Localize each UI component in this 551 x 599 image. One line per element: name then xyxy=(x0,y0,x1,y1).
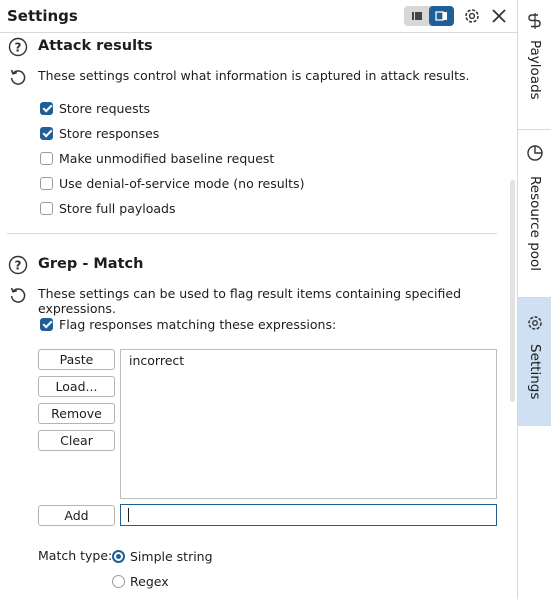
tab-payloads[interactable]: Payloads xyxy=(518,0,551,130)
regex-option[interactable]: Regex xyxy=(112,573,169,589)
settings-header: Settings xyxy=(0,0,517,33)
checkbox-label: Store full payloads xyxy=(59,200,176,216)
store-requests-option[interactable]: Store requests xyxy=(40,100,150,116)
settings-content: ? Attack results These settings control … xyxy=(0,34,509,599)
dos-mode-checkbox[interactable] xyxy=(40,176,53,190)
flag-responses-checkbox[interactable] xyxy=(40,317,53,331)
help-icon[interactable]: ? xyxy=(8,255,28,275)
store-requests-checkbox[interactable] xyxy=(40,101,53,115)
attack-results-description: These settings control what information … xyxy=(38,68,470,83)
grep-match-title: Grep - Match xyxy=(38,256,144,272)
clear-button[interactable]: Clear xyxy=(38,430,115,451)
match-type-label: Match type: xyxy=(38,548,113,563)
radio-label: Simple string xyxy=(130,548,213,564)
scrollbar-thumb[interactable] xyxy=(510,180,515,402)
layout-list-button[interactable] xyxy=(404,6,429,26)
store-responses-option[interactable]: Store responses xyxy=(40,125,159,141)
baseline-request-option[interactable]: Make unmodified baseline request xyxy=(40,150,274,166)
layout-toggle[interactable] xyxy=(404,6,454,26)
store-responses-checkbox[interactable] xyxy=(40,126,53,140)
store-full-payloads-checkbox[interactable] xyxy=(40,201,53,215)
attack-results-title: Attack results xyxy=(38,38,153,54)
restore-defaults-icon[interactable] xyxy=(8,285,28,305)
svg-text:?: ? xyxy=(15,40,22,54)
radio-label: Regex xyxy=(130,573,169,589)
svg-text:?: ? xyxy=(15,258,22,272)
text-caret xyxy=(128,508,129,522)
paste-button[interactable]: Paste xyxy=(38,349,115,370)
checkbox-label: Use denial-of-service mode (no results) xyxy=(59,175,305,191)
tab-label: Resource pool xyxy=(527,176,543,272)
page-title: Settings xyxy=(7,7,78,25)
simple-string-radio[interactable] xyxy=(112,549,125,563)
help-icon[interactable]: ? xyxy=(8,37,28,57)
flag-responses-option[interactable]: Flag responses matching these expression… xyxy=(40,316,336,332)
resource-pool-icon xyxy=(527,145,543,161)
list-layout-icon xyxy=(412,12,422,20)
payloads-icon xyxy=(528,13,541,29)
vertical-scrollbar[interactable] xyxy=(509,34,517,599)
regex-radio[interactable] xyxy=(112,574,125,588)
tab-label: Settings xyxy=(527,344,543,400)
close-icon[interactable] xyxy=(489,6,509,26)
dos-mode-option[interactable]: Use denial-of-service mode (no results) xyxy=(40,175,304,191)
tab-settings[interactable]: Settings xyxy=(518,298,551,426)
gear-icon[interactable] xyxy=(462,6,482,26)
split-layout-icon xyxy=(435,11,447,21)
tab-resource-pool[interactable]: Resource pool xyxy=(518,130,551,298)
layout-split-button[interactable] xyxy=(429,6,454,26)
expressions-list[interactable]: incorrect xyxy=(120,349,497,499)
restore-defaults-icon[interactable] xyxy=(8,67,28,87)
load-button[interactable]: Load... xyxy=(38,376,115,397)
checkbox-label: Make unmodified baseline request xyxy=(59,150,275,166)
section-divider xyxy=(7,233,497,234)
baseline-request-checkbox[interactable] xyxy=(40,151,53,165)
gear-icon xyxy=(528,316,542,330)
side-tab-bar: Payloads Resource pool Settings xyxy=(517,0,551,599)
list-item[interactable]: incorrect xyxy=(129,353,184,368)
tab-label: Payloads xyxy=(527,40,543,100)
add-button[interactable]: Add xyxy=(38,505,115,526)
store-full-payloads-option[interactable]: Store full payloads xyxy=(40,200,175,216)
expression-input[interactable] xyxy=(120,504,497,526)
checkbox-label: Store requests xyxy=(59,100,151,116)
simple-string-option[interactable]: Simple string xyxy=(112,548,213,564)
remove-button[interactable]: Remove xyxy=(38,403,115,424)
checkbox-label: Flag responses matching these expression… xyxy=(59,316,337,332)
checkbox-label: Store responses xyxy=(59,125,160,141)
grep-match-description: These settings can be used to flag resul… xyxy=(38,286,462,316)
